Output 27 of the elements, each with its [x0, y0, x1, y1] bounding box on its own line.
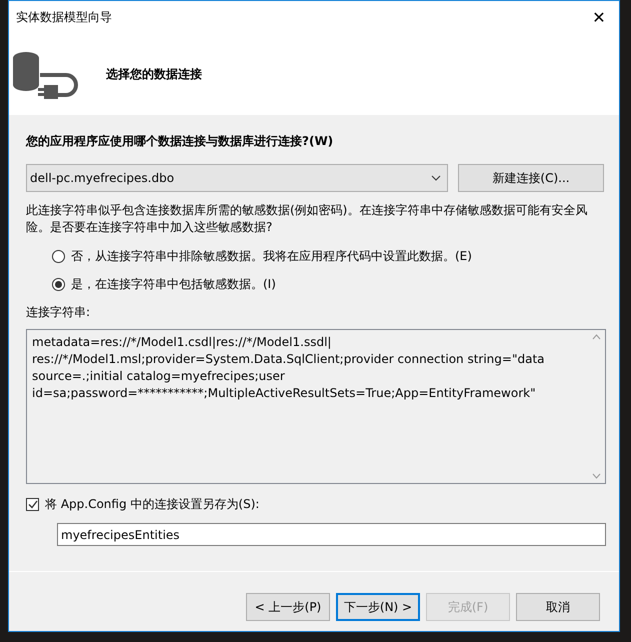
database-plug-icon — [12, 50, 80, 98]
connection-string-line: id=sa;password=***********;MultipleActiveResultSets=True;App=EntityFramework" — [32, 385, 537, 402]
radio-button[interactable] — [52, 278, 65, 290]
scroll-up-icon — [592, 334, 601, 340]
wizard-button[interactable]: 下一步(N) > — [336, 593, 420, 621]
save-setting-label: 将 App.Config 中的连接设置另存为(S): — [45, 496, 260, 513]
question-label: 您的应用程序应使用哪个数据连接与数据库进行连接?(W) — [26, 133, 334, 150]
save-checkbox[interactable] — [26, 498, 39, 511]
entities-name-field[interactable]: myefrecipesEntities — [57, 523, 606, 546]
caret-icon — [431, 175, 441, 181]
window-title: 实体数据模型向导 — [16, 9, 112, 26]
new-connection-button[interactable]: 新建连接(C)... — [458, 164, 604, 192]
step-title: 选择您的数据连接 — [106, 66, 202, 83]
connection-string-line: source=.;initial catalog=myefrecipes;user — [32, 368, 286, 385]
close-button[interactable]: ✕ — [579, 2, 619, 34]
connection-dropdown[interactable]: dell-pc.myefrecipes.dbo — [26, 164, 448, 192]
warning-text: 此连接字符串似乎包含连接数据库所需的敏感数据(例如密码)。在连接字符串中存储敏感数据可能有安全风险。是否要在连接字符串中加入这些敏感数据? — [26, 202, 588, 236]
radio-label: 否，从连接字符串中排除敏感数据。我将在应用程序代码中设置此数据。(E) — [71, 248, 472, 264]
radio-label: 是，在连接字符串中包括敏感数据。(I) — [71, 276, 276, 292]
connection-string-label: 连接字符串: — [26, 304, 92, 321]
connection-string-line: metadata=res://*/Model1.csdl|res://*/Model1.ssdl| — [32, 334, 332, 351]
wizard-button[interactable]: < 上一步(P) — [246, 593, 330, 621]
connection-string-box[interactable] — [26, 329, 606, 484]
radio-button[interactable] — [52, 250, 65, 262]
connection-string-line: res://*/Model1.msl;provider=System.Data.SqlClient;provider connection string="data — [32, 351, 545, 368]
wizard-button[interactable]: 取消 — [516, 593, 600, 621]
scroll-down-icon — [592, 473, 601, 479]
